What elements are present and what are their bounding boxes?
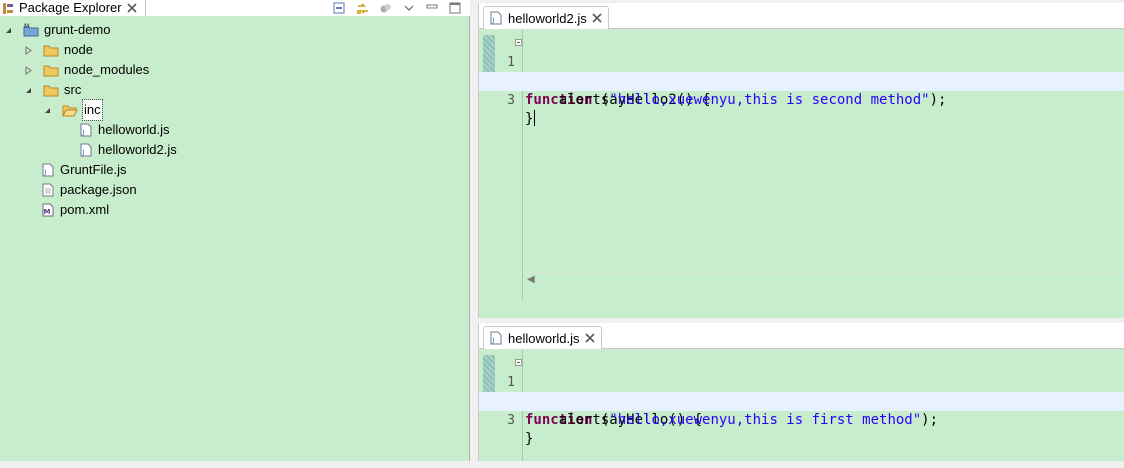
js-file-icon: J [490,331,502,345]
code-editor[interactable]: 1 function sayHello2() { 2 alert("hello,… [479,30,1124,300]
package-explorer-view: Package Explorer M grunt-demo node node_… [0,0,470,461]
scroll-left-icon[interactable]: ◀ [527,273,535,287]
close-icon[interactable] [127,3,137,13]
fold-toggle-icon[interactable] [515,359,522,366]
explorer-toolbar [333,0,462,16]
fold-toggle-icon[interactable] [515,39,522,46]
tree-item-helloworld2-js[interactable]: J helloworld2.js [80,140,177,160]
tree-item-helloworld-js[interactable]: J helloworld.js [80,120,170,140]
svg-text:J: J [82,149,85,156]
editor-tabbar: J helloworld2.js [479,3,1124,29]
collapsed-twisty-icon[interactable] [24,65,33,75]
js-file-icon: J [80,123,92,137]
close-icon[interactable] [584,333,595,343]
tab-label: helloworld2.js [508,10,587,26]
tree-label: src [64,82,82,97]
code-token: } [525,111,534,127]
tree-label: helloworld2.js [98,142,177,157]
tree-item-src[interactable]: src [24,80,81,100]
tree-label: node [64,42,93,57]
folder-icon [43,45,59,57]
code-line-3[interactable]: 3 } [479,392,1124,447]
expanded-twisty-icon[interactable] [4,26,13,35]
explorer-title: Package Explorer [19,0,122,15]
code-line-2[interactable]: 2 alert("hello,xuewenyu,this is second m… [479,53,1124,108]
horizontal-scrollbar[interactable]: ◀ [523,272,1124,286]
maximize-icon[interactable] [448,2,462,15]
tab-label: helloworld.js [508,330,580,346]
code-line-1[interactable]: 1 function sayHello() { [479,354,1124,428]
code-line-3[interactable]: 3 } [479,72,1124,127]
tree-label: pom.xml [60,202,110,217]
tree-label: package.json [60,182,137,197]
js-file-icon: J [490,11,502,25]
tree-item-gruntfile-js[interactable]: J GruntFile.js [42,160,126,180]
package-explorer-icon [3,2,13,14]
tree-label: helloworld.js [98,122,170,137]
js-file-icon: J [80,143,92,157]
collapse-all-icon[interactable] [333,2,347,15]
svg-text:J: J [492,17,495,24]
editor-helloworld2: J helloworld2.js 1 function sayHello2() … [478,3,1124,318]
text-file-icon [42,183,54,197]
text-caret [534,110,536,126]
code-editor[interactable]: 1 function sayHello() { 2 alert("hello,x… [479,350,1124,461]
tree-label: grunt-demo [44,22,111,37]
tree-label: GruntFile.js [60,162,127,177]
tree-item-node[interactable]: node [24,40,93,60]
code-token: ); [921,412,939,428]
minimize-icon[interactable] [425,2,439,15]
line-number: 3 [507,93,515,108]
code-line-2[interactable]: 2 alert("hello,xuewenyu,this is first me… [479,373,1124,428]
code-line-1[interactable]: 1 function sayHello2() { [479,34,1124,108]
code-token: } [525,431,534,447]
maven-project-icon: M [23,23,39,37]
open-folder-icon [62,105,78,117]
code-token: ); [929,92,947,108]
code-token: alert( [525,92,610,108]
link-with-editor-icon[interactable] [356,2,370,15]
svg-text:J: J [82,129,85,136]
tree-label: inc [82,99,103,121]
tab-helloworld-js[interactable]: J helloworld.js [483,326,602,349]
editor-helloworld: J helloworld.js 1 function sayHello() { … [478,323,1124,461]
collapsed-twisty-icon[interactable] [24,45,33,55]
expanded-twisty-icon[interactable] [24,86,33,95]
tree-item-grunt-demo[interactable]: M grunt-demo [4,20,110,40]
folder-icon [43,65,59,77]
tree-item-pom-xml[interactable]: M pom.xml [42,200,109,220]
string-token: "hello,xuewenyu,this is first method" [609,412,922,428]
line-number: 3 [507,413,515,428]
tree-item-inc[interactable]: inc [43,99,103,121]
tree-label: node_modules [64,62,150,77]
folder-icon [43,85,59,97]
string-token: "hello,xuewenyu,this is second method" [609,92,930,108]
editor-tabbar: J helloworld.js [479,323,1124,349]
expanded-twisty-icon[interactable] [43,106,52,115]
svg-text:M: M [44,208,51,216]
svg-text:J: J [44,169,47,176]
maven-pom-icon: M [42,203,54,217]
tab-helloworld2-js[interactable]: J helloworld2.js [483,6,609,29]
svg-text:J: J [492,337,495,344]
tree-item-node-modules[interactable]: node_modules [24,60,149,80]
close-icon[interactable] [592,13,602,23]
js-file-icon: J [42,163,54,177]
explorer-header: Package Explorer [0,0,470,16]
code-token: alert( [525,412,610,428]
svg-text:M: M [24,23,29,30]
tree-item-package-json[interactable]: package.json [42,180,137,200]
tab-package-explorer[interactable]: Package Explorer [0,0,146,16]
view-menu-icon[interactable] [402,2,416,15]
working-sets-icon[interactable] [379,2,393,15]
